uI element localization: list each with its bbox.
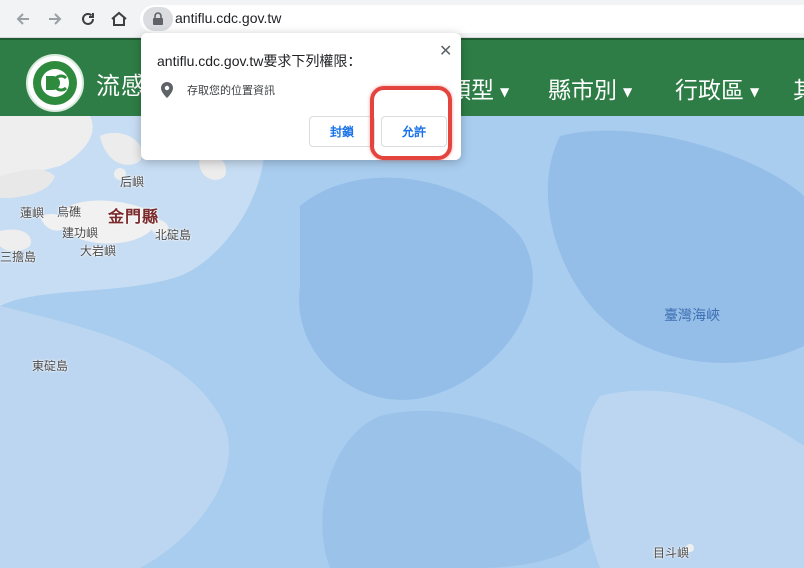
home-icon[interactable]	[108, 8, 130, 30]
cdc-logo[interactable]	[26, 54, 84, 112]
permission-text: 存取您的位置資訊	[187, 84, 275, 97]
map-label-jiangong: 建功嶼	[62, 226, 99, 240]
map-label-kinmen: 金門縣	[108, 207, 160, 226]
map-label-strait: 臺灣海峽	[664, 308, 720, 324]
caret-down-icon: ▼	[623, 84, 633, 99]
site-title[interactable]: 流感	[96, 66, 146, 101]
map-label-dongding: 東碇島	[32, 359, 69, 373]
allow-highlight-ring	[370, 86, 452, 160]
prompt-title: antiflu.cdc.gov.tw要求下列權限：	[157, 53, 362, 69]
back-icon[interactable]	[12, 8, 34, 30]
caret-down-icon: ▼	[750, 84, 760, 99]
nav-more-label: 其	[793, 78, 804, 104]
lock-icon[interactable]	[143, 7, 173, 31]
location-pin-icon	[161, 82, 173, 102]
reload-icon[interactable]	[77, 8, 99, 30]
nav-county[interactable]: 縣市別 ▼	[548, 71, 632, 105]
nav-district[interactable]: 行政區 ▼	[675, 71, 759, 105]
map-label-liyu: 蓮嶼	[20, 206, 45, 220]
block-button[interactable]: 封鎖	[309, 116, 375, 147]
map-label-beiding: 北碇島	[155, 228, 192, 242]
nav-more[interactable]: 其	[793, 71, 804, 105]
map-label-sandan: 三擔島	[0, 250, 37, 264]
url-text[interactable]: antiflu.cdc.gov.tw	[175, 10, 281, 26]
nav-county-label: 縣市別	[548, 78, 617, 104]
map-label-dadan: 大岩嶼	[80, 244, 117, 258]
map-label-wucuo: 烏礁	[57, 205, 82, 219]
nav-district-label: 行政區	[675, 78, 744, 104]
map-label-houyu: 后嶼	[120, 175, 145, 189]
forward-icon[interactable]	[44, 8, 66, 30]
caret-down-icon: ▼	[500, 84, 510, 99]
close-icon[interactable]: ✕	[439, 41, 452, 60]
map-label-mudou: 目斗嶼	[653, 546, 690, 560]
